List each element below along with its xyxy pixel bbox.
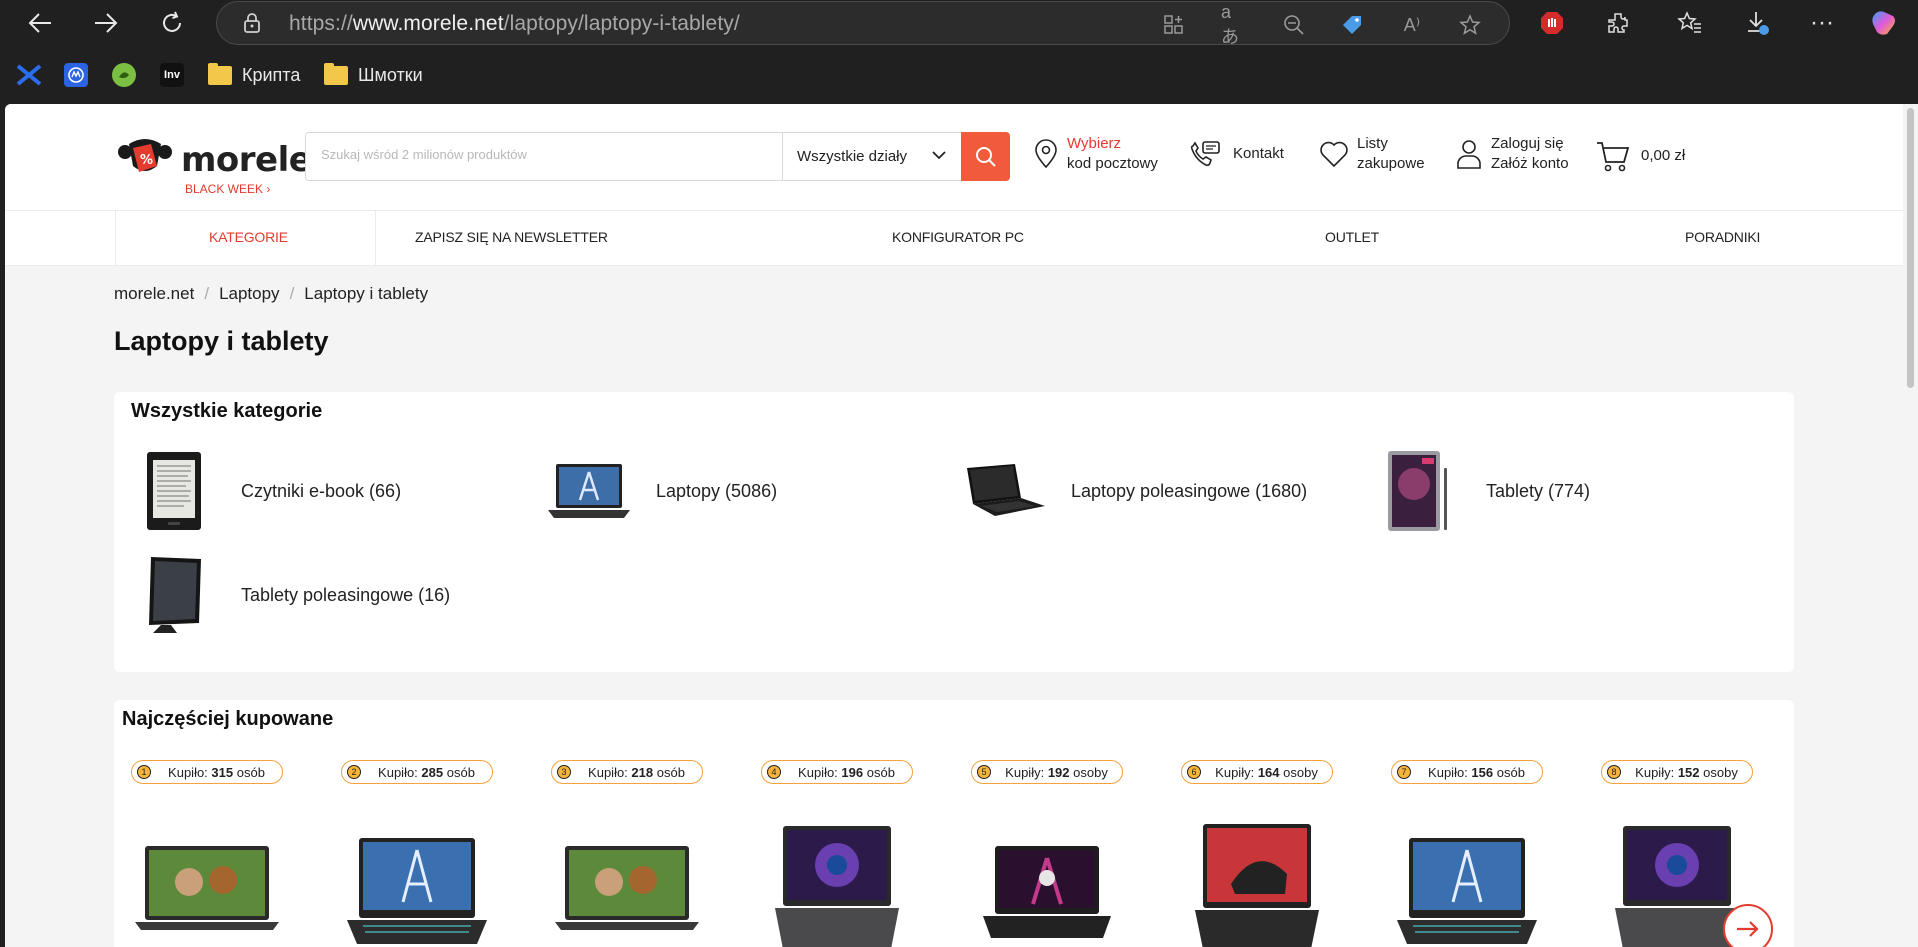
bestseller-badge: 2 Kupiło: 285 osób (341, 760, 493, 784)
scrollbar-thumb[interactable] (1907, 108, 1914, 388)
breadcrumb: morele.net / Laptopy / Laptopy i tablety (114, 284, 429, 304)
copilot-icon[interactable] (1868, 7, 1900, 39)
refurbished-tablet-image (129, 550, 219, 640)
adblock-icon[interactable] (1536, 7, 1568, 39)
search-input[interactable] (321, 147, 751, 162)
breadcrumb-home[interactable]: morele.net (114, 284, 194, 304)
menu-item-pc-configurator[interactable]: KONFIGURATOR PC (892, 229, 1024, 245)
bestseller-badge: 1 Kupiło: 315 osób (131, 760, 283, 784)
main-menu: KATEGORIE ZAPISZ SIĘ NA NEWSLETTER KONFI… (5, 210, 1908, 266)
product-image[interactable] (337, 804, 497, 947)
menu-item-categories[interactable]: KATEGORIE (209, 229, 288, 245)
extensions-icon[interactable] (1602, 7, 1634, 39)
laptop-image (544, 446, 634, 536)
bookmarks-bar: Inv Крипта Шмотки (0, 46, 1918, 104)
browser-toolbar: https://www.morele.net/laptopy/laptopy-i… (0, 0, 1918, 47)
shopping-lists-link[interactable]: Listy zakupowe (1319, 134, 1425, 174)
logo-text: morele (181, 140, 312, 180)
postal-code-selector[interactable]: Wybierz kod pocztowy (1033, 134, 1158, 174)
page-title: Laptopy i tablety (114, 326, 329, 356)
department-select[interactable]: Wszystkie działy (782, 133, 960, 180)
forward-icon[interactable] (88, 7, 124, 39)
search-button[interactable] (961, 132, 1010, 181)
ebook-reader-image (129, 446, 219, 536)
bookmark-investing-icon[interactable]: Inv (160, 62, 184, 88)
product-image[interactable] (967, 804, 1127, 947)
svg-text:%: % (140, 153, 153, 168)
refresh-icon[interactable] (154, 7, 190, 39)
bestseller-badge: 5 Kupiły: 192 osoby (971, 760, 1123, 784)
bookmark-folder-clothes[interactable]: Шмотки (324, 62, 423, 88)
app-available-icon[interactable] (1161, 12, 1187, 38)
menu-item-newsletter[interactable]: ZAPISZ SIĘ NA NEWSLETTER (415, 229, 608, 245)
bookmark-app-icon[interactable] (64, 62, 88, 88)
zoom-out-icon[interactable] (1281, 12, 1307, 38)
category-ebook-readers[interactable]: Czytniki e-book (66) (129, 446, 401, 536)
cart-icon (1597, 142, 1630, 172)
product-image[interactable] (127, 804, 287, 947)
logo-mark-icon: % (118, 139, 172, 172)
product-image[interactable] (757, 804, 917, 947)
category-refurbished-tablets[interactable]: Tablety poleasingowe (16) (129, 550, 450, 640)
bookmark-green-icon[interactable] (112, 62, 136, 88)
carousel-next-button[interactable] (1723, 904, 1773, 947)
breadcrumb-laptops[interactable]: Laptopy (219, 284, 280, 304)
black-week-label[interactable]: BLACK WEEK › (185, 182, 270, 196)
tablet-image (1374, 446, 1464, 536)
category-refurbished-laptops[interactable]: Laptopy poleasingowe (1680) (959, 446, 1307, 536)
downloads-icon[interactable] (1742, 7, 1774, 39)
site-header: % morele BLACK WEEK › Wszystkie działy W… (5, 104, 1908, 210)
page-scrollbar[interactable] (1903, 104, 1918, 947)
more-menu-icon[interactable]: ··· (1806, 7, 1838, 39)
bestseller-badge: 3 Kupiło: 218 osób (551, 760, 703, 784)
bestseller-badge: 7 Kupiło: 156 osób (1391, 760, 1543, 784)
chevron-down-icon (932, 151, 946, 160)
url-text[interactable]: https://www.morele.net/laptopy/laptopy-i… (289, 12, 740, 36)
categories-title: Wszystkie kategorie (131, 400, 323, 422)
product-image[interactable] (1177, 804, 1337, 947)
back-icon[interactable] (22, 7, 58, 39)
search-box: Wszystkie działy (305, 132, 1010, 181)
folder-icon (324, 62, 348, 85)
menu-item-outlet[interactable]: OUTLET (1325, 229, 1379, 245)
bestseller-badge: 8 Kupiły: 152 osoby (1601, 760, 1753, 784)
account-link[interactable]: Zaloguj się Załóż konto (1455, 134, 1569, 174)
location-pin-icon (1035, 139, 1057, 169)
page-viewport: % morele BLACK WEEK › Wszystkie działy W… (5, 104, 1908, 947)
bestseller-badge: 4 Kupiło: 196 osób (761, 760, 913, 784)
search-icon (975, 146, 996, 167)
bookmark-x-icon[interactable] (16, 62, 42, 88)
favorite-star-icon[interactable] (1457, 12, 1483, 38)
translate-icon[interactable]: aあ (1221, 2, 1247, 47)
read-aloud-icon[interactable]: A⁾ (1399, 12, 1425, 38)
favorites-icon[interactable] (1674, 7, 1706, 39)
categories-card: Wszystkie kategorie Czytniki e-book (66)… (114, 392, 1794, 672)
category-laptops[interactable]: Laptopy (5086) (544, 446, 777, 536)
folder-icon (208, 62, 232, 85)
category-tablets[interactable]: Tablety (774) (1374, 446, 1590, 536)
bookmark-folder-crypto[interactable]: Крипта (208, 62, 300, 88)
coupon-tag-icon[interactable] (1339, 12, 1365, 38)
arrow-right-icon (1737, 921, 1759, 937)
heart-icon (1320, 141, 1348, 168)
contact-link[interactable]: Kontakt (1189, 140, 1284, 168)
menu-item-guides[interactable]: PORADNIKI (1685, 229, 1760, 245)
product-image[interactable] (1387, 804, 1547, 947)
phone-chat-icon (1190, 141, 1220, 167)
refurbished-laptop-image (959, 446, 1049, 536)
address-bar[interactable]: https://www.morele.net/laptopy/laptopy-i… (216, 1, 1510, 47)
product-image[interactable] (547, 804, 707, 947)
cart-link[interactable]: 0,00 zł (1595, 140, 1685, 172)
breadcrumb-current: Laptopy i tablety (304, 284, 429, 303)
bestsellers-title: Najczęściej kupowane (122, 708, 334, 730)
bestseller-badge: 6 Kupiły: 164 osoby (1181, 760, 1333, 784)
user-icon (1457, 140, 1481, 169)
lock-icon[interactable] (243, 13, 261, 33)
